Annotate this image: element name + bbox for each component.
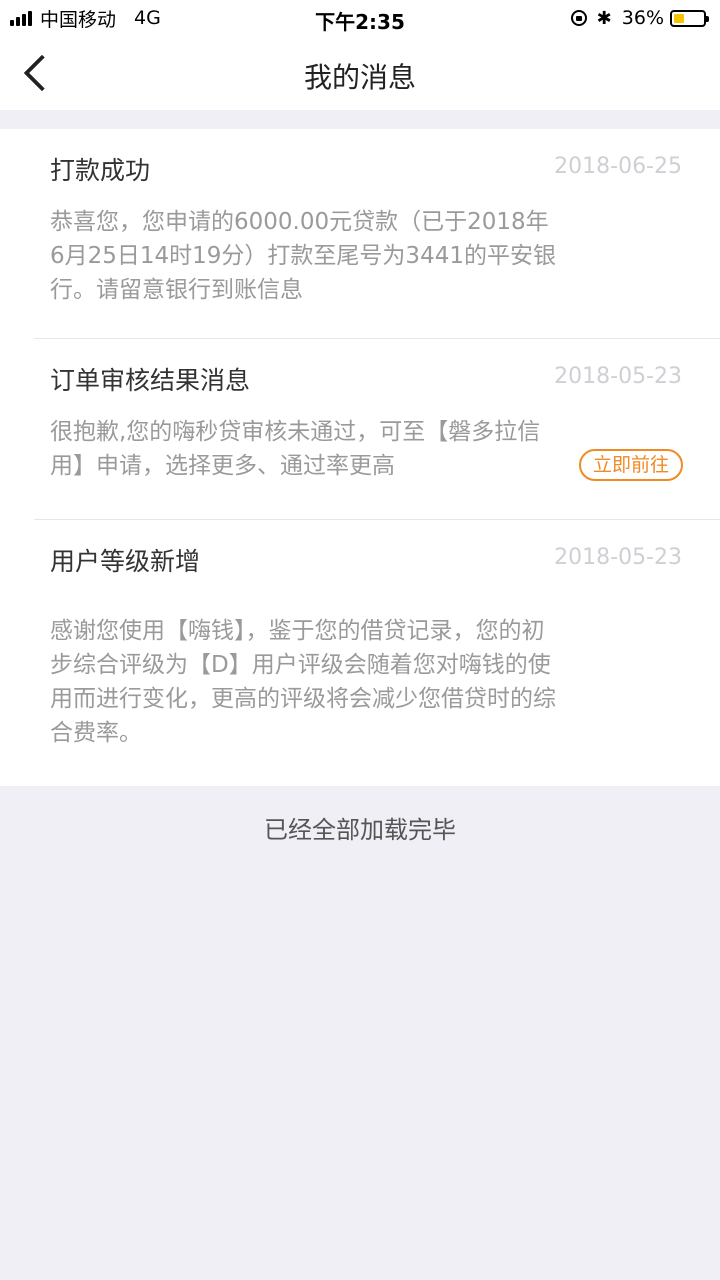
message-date: 2018-05-23 [554, 545, 682, 570]
battery-percent: 36% [621, 7, 664, 29]
status-right: ✱ 36% [570, 6, 709, 30]
load-complete-text: 已经全部加载完毕 [264, 816, 456, 844]
message-list: 打款成功 2018-06-25 恭喜您，您申请的6000.00元贷款（已于201… [0, 129, 720, 786]
message-date: 2018-06-25 [554, 154, 682, 179]
message-body: 恭喜您，您申请的6000.00元贷款（已于2018年6月25日14时19分）打款… [50, 209, 556, 303]
message-body: 感谢您使用【嗨钱】，鉴于您的借贷记录，您的初步综合评级为【D】用户评级会随着您对… [50, 618, 556, 746]
battery-level [674, 13, 684, 23]
battery-icon [670, 9, 709, 27]
message-body: 很抱歉,您的嗨秒贷审核未通过，可至【磐多拉信用】申请，选择更多、通过率更高 [50, 419, 541, 479]
status-bar: 中国移动 4G 下午2:35 ✱ 36% [0, 0, 720, 36]
message-title: 用户等级新增 [50, 547, 201, 576]
message-item[interactable]: 打款成功 2018-06-25 恭喜您，您申请的6000.00元贷款（已于201… [0, 129, 720, 339]
message-title: 订单审核结果消息 [50, 366, 251, 395]
nav-bar: 我的消息 [0, 36, 720, 110]
go-now-button[interactable]: 立即前往 [579, 449, 683, 481]
page-title: 我的消息 [303, 61, 416, 94]
message-item[interactable]: 订单审核结果消息 2018-05-23 很抱歉,您的嗨秒贷审核未通过，可至【磐多… [0, 339, 720, 519]
message-item[interactable]: 用户等级新增 2018-05-23 感谢您使用【嗨钱】，鉴于您的借贷记录，您的初… [0, 520, 720, 786]
message-title: 打款成功 [50, 156, 151, 185]
message-date: 2018-05-23 [554, 364, 682, 389]
rotation-lock-icon [570, 10, 587, 26]
bluetooth-icon: ✱ [596, 7, 612, 29]
